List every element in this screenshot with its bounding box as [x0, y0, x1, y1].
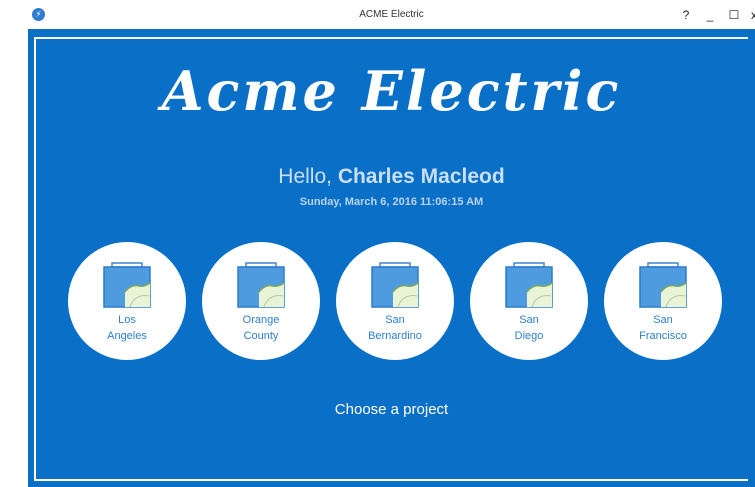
minimize-button[interactable]: _ — [701, 6, 719, 24]
folder-map-icon — [371, 262, 419, 308]
folder-map-icon — [237, 262, 285, 308]
maximize-button[interactable]: ☐ — [725, 6, 743, 24]
project-list: Los Angeles Orange County San Bernardino… — [68, 242, 722, 362]
help-button[interactable]: ? — [677, 6, 695, 24]
greeting-prefix: Hello, — [278, 165, 338, 188]
user-name: Charles Macleod — [337, 165, 505, 188]
current-datetime: Sunday, March 6, 2016 11:06:15 AM — [299, 196, 484, 208]
start-screen: Acme Electric Hello, Charles Macleod Sun… — [28, 29, 755, 487]
greeting: Hello, Charles Macleod — [28, 165, 755, 189]
project-label: Orange County — [242, 314, 280, 342]
title-bar[interactable]: ⚡ ACME Electric ? _ ☐ x — [28, 3, 755, 29]
folder-map-icon — [505, 262, 553, 308]
folder-map-icon — [103, 262, 151, 308]
choose-project-prompt: Choose a project — [334, 401, 449, 418]
brand-title: Acme Electric — [161, 59, 622, 123]
app-window: ⚡ ACME Electric ? _ ☐ x Acme Electric He… — [28, 3, 755, 487]
project-button-san-francisco[interactable]: San Francisco — [604, 242, 722, 360]
project-label: San Bernardino — [368, 314, 422, 342]
window-title: ACME Electric — [359, 9, 424, 20]
project-button-orange-county[interactable]: Orange County — [202, 242, 320, 360]
project-label: Los Angeles — [107, 314, 147, 342]
project-button-los-angeles[interactable]: Los Angeles — [68, 242, 186, 360]
project-button-san-bernardino[interactable]: San Bernardino — [336, 242, 454, 360]
folder-map-icon — [639, 262, 687, 308]
project-label: San Francisco — [639, 314, 687, 342]
close-button[interactable]: x — [745, 6, 755, 24]
project-button-san-diego[interactable]: San Diego — [470, 242, 588, 360]
project-label: San Diego — [514, 314, 544, 342]
